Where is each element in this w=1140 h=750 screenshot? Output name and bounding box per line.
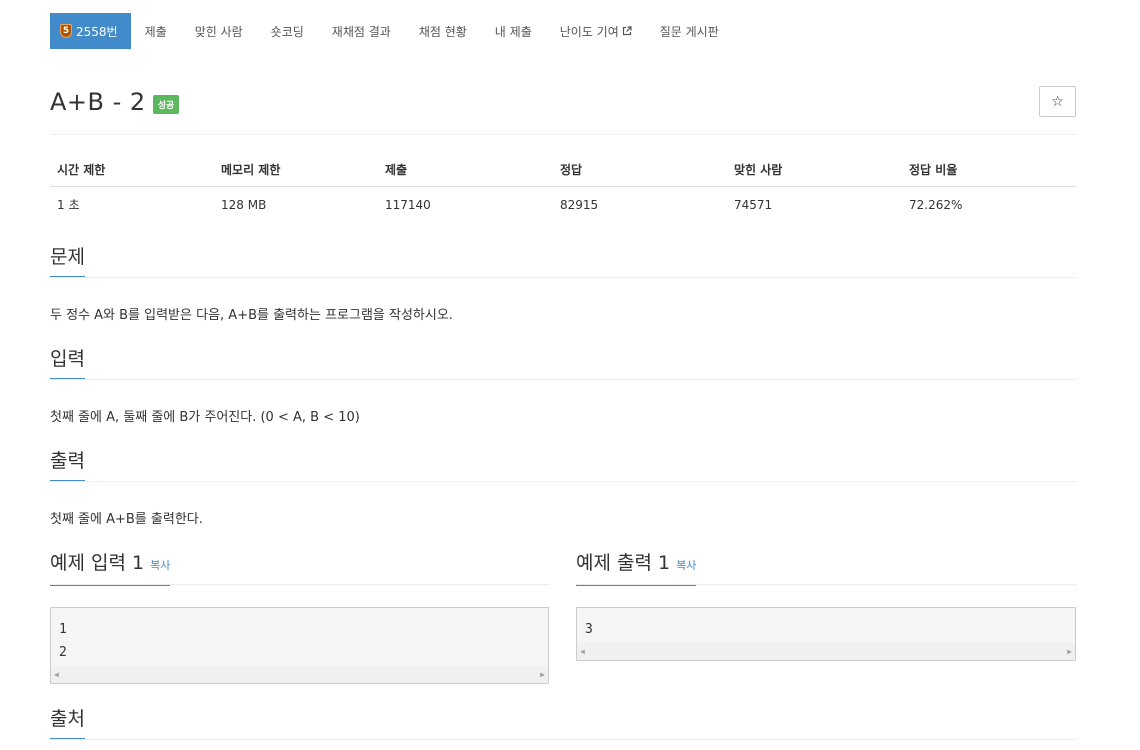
header-accepted: 정답 <box>553 153 727 187</box>
sample-input-box[interactable]: 1 2 ◀ ▶ <box>50 607 549 684</box>
value-submissions: 117140 <box>385 197 431 212</box>
header-memory-limit: 메모리 제한 <box>214 153 378 187</box>
section-title: 문제 <box>50 244 85 277</box>
table-header-row: 시간 제한 메모리 제한 제출 정답 맞힌 사람 정답 비율 <box>50 153 1076 187</box>
sample-input-heading: 예제 입력 1 <box>50 552 145 574</box>
sample-line: 2 <box>59 645 67 660</box>
scroll-right-icon[interactable]: ▶ <box>540 670 545 679</box>
problem-title: A+B - 2 <box>50 88 146 116</box>
scroll-left-icon[interactable]: ◀ <box>580 647 585 656</box>
section-output: 출력 첫째 줄에 A+B를 출력한다. <box>50 448 1076 527</box>
title-divider <box>50 134 1076 135</box>
horizontal-scrollbar[interactable]: ◀ ▶ <box>51 666 548 683</box>
tab-rejudge-results[interactable]: 재채점 결과 <box>318 13 405 49</box>
sample-output: 예제 출력 1 복사 3 ◀ ▶ <box>576 548 1076 661</box>
section-header: 출력 <box>50 448 1076 482</box>
sample-line: 1 <box>59 622 67 637</box>
section-header: 문제 <box>50 244 1076 278</box>
header-accept-rate: 정답 비율 <box>902 153 1076 187</box>
sample-output-heading: 예제 출력 1 <box>576 552 671 574</box>
favorite-button[interactable]: ☆ <box>1039 86 1076 117</box>
section-title: 출처 <box>50 706 85 739</box>
value-accept-rate: 72.262% <box>909 197 963 212</box>
sample-title: 예제 출력 1 복사 <box>576 548 697 586</box>
section-title: 입력 <box>50 346 85 379</box>
section-header: 출처 <box>50 706 1076 740</box>
copy-button[interactable]: 복사 <box>150 559 170 572</box>
tab-short-coding[interactable]: 숏코딩 <box>257 13 318 49</box>
external-link-icon <box>622 26 632 36</box>
table-row: 1 초 128 MB 117140 82915 74571 72.262% <box>50 187 1076 223</box>
sample-input-content: 1 2 <box>51 608 548 664</box>
problem-number: 2558번 <box>76 24 118 39</box>
tab-submit[interactable]: 제출 <box>131 13 181 49</box>
sample-output-content: 3 <box>577 608 1075 641</box>
value-accepted: 82915 <box>560 197 599 212</box>
header-time-limit: 시간 제한 <box>50 153 214 187</box>
value-solved-users: 74571 <box>734 197 773 212</box>
value-memory-limit: 128 MB <box>221 197 267 212</box>
tab-solved-users[interactable]: 맞힌 사람 <box>181 13 257 49</box>
section-header: 입력 <box>50 346 1076 380</box>
horizontal-scrollbar[interactable]: ◀ ▶ <box>577 643 1075 660</box>
section-body: 두 정수 A와 B를 입력받은 다음, A+B를 출력하는 프로그램을 작성하시… <box>50 308 453 323</box>
tab-difficulty-contribution[interactable]: 난이도 기여 <box>546 13 646 49</box>
section-description: 문제 두 정수 A와 B를 입력받은 다음, A+B를 출력하는 프로그램을 작… <box>50 244 1076 323</box>
sample-output-box[interactable]: 3 ◀ ▶ <box>576 607 1076 661</box>
scroll-left-icon[interactable]: ◀ <box>54 670 59 679</box>
star-icon: ☆ <box>1051 93 1064 110</box>
sample-header: 예제 출력 1 복사 <box>576 548 1076 586</box>
sample-line: 3 <box>585 622 593 637</box>
sample-title: 예제 입력 1 복사 <box>50 548 171 586</box>
copy-button[interactable]: 복사 <box>676 559 696 572</box>
section-body: 첫째 줄에 A, 둘째 줄에 B가 주어진다. (0 < A, B < 10) <box>50 410 360 425</box>
section-source: 출처 <box>50 706 1076 740</box>
header-submissions: 제출 <box>378 153 553 187</box>
tab-problem[interactable]: 5 2558번 <box>50 13 131 49</box>
section-body: 첫째 줄에 A+B를 출력한다. <box>50 512 203 527</box>
value-time-limit: 1 초 <box>57 198 80 212</box>
tier-icon: 5 <box>60 24 72 38</box>
tab-qna-board[interactable]: 질문 게시판 <box>646 13 733 49</box>
tab-my-submissions[interactable]: 내 제출 <box>481 13 546 49</box>
status-badge: 성공 <box>152 94 180 114</box>
problem-title-row: A+B - 2 성공 <box>50 88 180 116</box>
problem-nav-tabs: 5 2558번 제출 맞힌 사람 숏코딩 재채점 결과 채점 현황 내 제출 난… <box>50 13 733 49</box>
header-solved-users: 맞힌 사람 <box>727 153 902 187</box>
tab-difficulty-label: 난이도 기여 <box>559 24 619 39</box>
tab-judge-status[interactable]: 채점 현황 <box>405 13 481 49</box>
sample-input: 예제 입력 1 복사 1 2 ◀ ▶ <box>50 548 549 684</box>
sample-header: 예제 입력 1 복사 <box>50 548 549 586</box>
section-input: 입력 첫째 줄에 A, 둘째 줄에 B가 주어진다. (0 < A, B < 1… <box>50 346 1076 425</box>
section-title: 출력 <box>50 448 85 481</box>
problem-info-table: 시간 제한 메모리 제한 제출 정답 맞힌 사람 정답 비율 1 초 128 M… <box>50 153 1076 222</box>
scroll-right-icon[interactable]: ▶ <box>1067 647 1072 656</box>
